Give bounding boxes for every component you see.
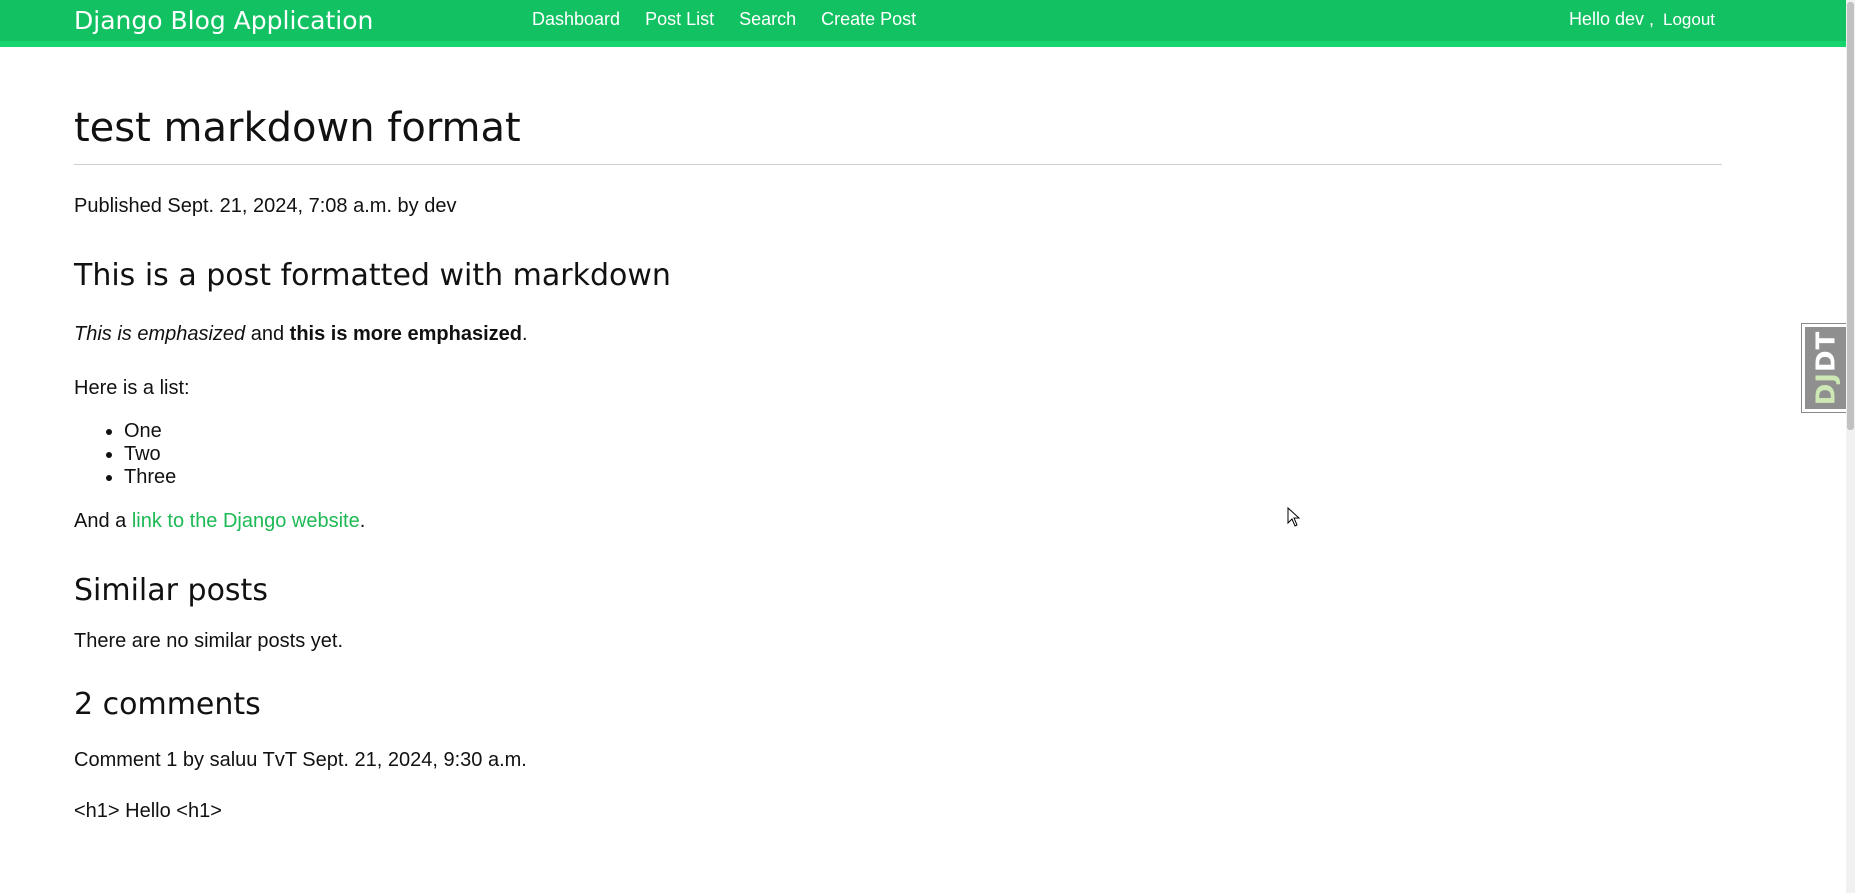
- top-navbar: Django Blog Application Dashboard Post L…: [0, 0, 1846, 47]
- similar-posts-heading: Similar posts: [74, 573, 268, 608]
- emphasis-end: .: [521, 323, 528, 345]
- list-item: Three: [124, 466, 1722, 489]
- comments-heading: 2 comments: [74, 687, 261, 722]
- scrollbar-thumb[interactable]: [1847, 2, 1854, 430]
- debug-toolbar-handle[interactable]: DJDT: [1801, 323, 1851, 413]
- djdt-label-dj: DJ: [1811, 372, 1841, 406]
- mouse-cursor-icon: [1287, 507, 1301, 527]
- django-website-link[interactable]: link to the Django website: [132, 510, 360, 532]
- post-meta: Published Sept. 21, 2024, 7:08 a.m. by d…: [74, 195, 457, 217]
- comment: Comment 1 by saluu TvT Sept. 21, 2024, 9…: [74, 749, 1722, 823]
- nav-create-post[interactable]: Create Post: [821, 9, 916, 30]
- emphasis-and: and: [245, 323, 290, 345]
- nav-dashboard[interactable]: Dashboard: [532, 9, 620, 30]
- post-heading: This is a post formatted with markdown: [74, 258, 671, 293]
- emphasis-bold: this is more emphasized: [289, 323, 522, 345]
- debug-toolbar-logo: DJDT: [1805, 327, 1847, 409]
- nav-search[interactable]: Search: [739, 9, 796, 30]
- emphasis-italic: This is emphasized: [74, 323, 246, 345]
- emphasis-paragraph: This is emphasized and this is more emph…: [74, 320, 1722, 348]
- list-intro: Here is a list:: [74, 377, 190, 399]
- comment-meta: Comment 1 by saluu TvT Sept. 21, 2024, 9…: [74, 749, 527, 771]
- post-detail: test markdown format Published Sept. 21,…: [74, 100, 1722, 823]
- logout-link[interactable]: Logout: [1663, 10, 1715, 29]
- list-item: Two: [124, 443, 1722, 466]
- bullet-list: One Two Three: [74, 420, 1722, 489]
- list-item: One: [124, 420, 1722, 443]
- brand-link[interactable]: Django Blog Application: [74, 6, 373, 35]
- similar-posts-empty: There are no similar posts yet.: [74, 630, 343, 652]
- user-area: Hello dev , Logout: [1569, 9, 1715, 30]
- djdt-label-dt: DT: [1811, 330, 1841, 373]
- link-paragraph: And a link to the Django website.: [74, 507, 1722, 535]
- link-prefix: And a: [74, 510, 132, 532]
- post-title: test markdown format: [74, 100, 1722, 165]
- comment-body: <h1> Hello <h1>: [74, 800, 222, 822]
- user-greeting: Hello dev ,: [1568, 9, 1654, 29]
- link-suffix: .: [359, 510, 366, 532]
- djdt-label: DJDT: [1811, 331, 1841, 406]
- nav-post-list[interactable]: Post List: [645, 9, 714, 30]
- main-nav: Dashboard Post List Search Create Post: [532, 9, 916, 30]
- vertical-scrollbar[interactable]: [1846, 0, 1855, 893]
